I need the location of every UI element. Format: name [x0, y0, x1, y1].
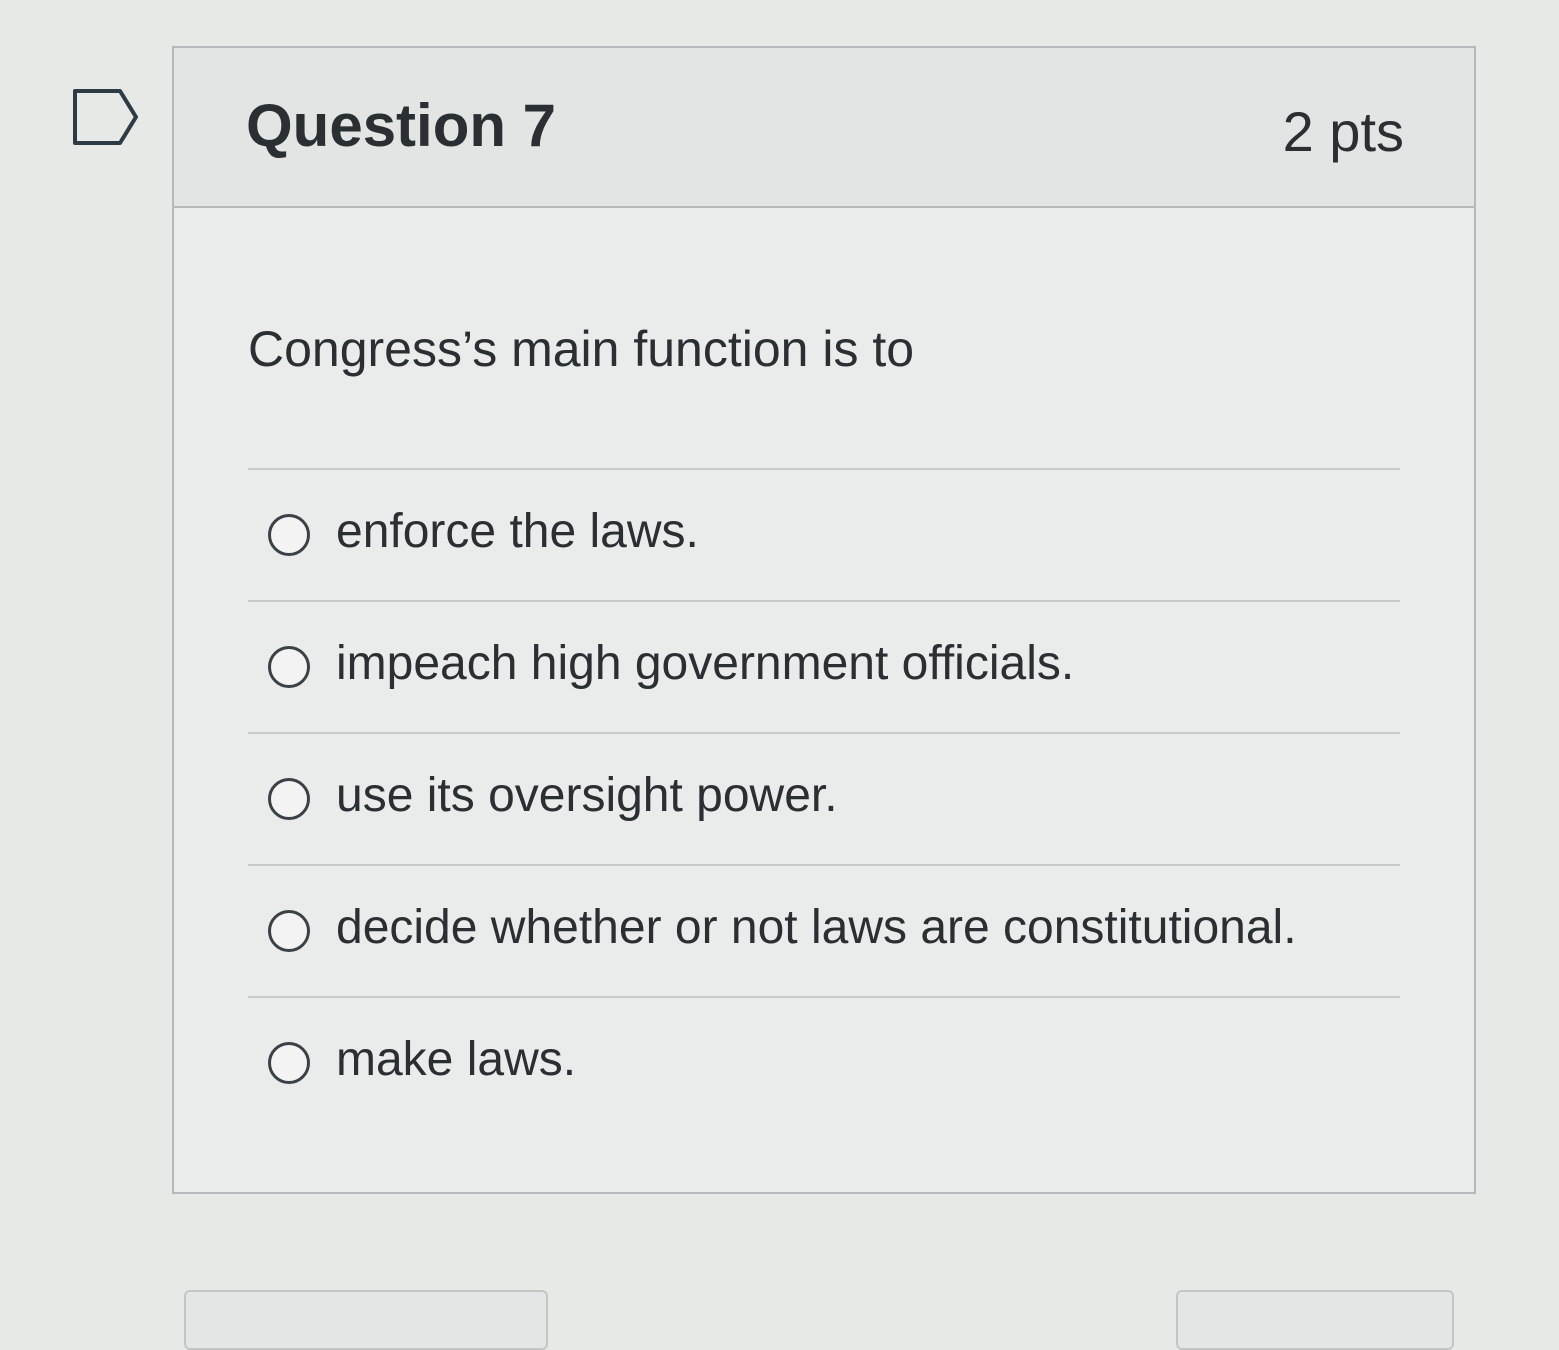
radio-button[interactable] — [268, 1042, 310, 1084]
answer-label[interactable]: impeach high government officials. — [336, 640, 1074, 688]
answer-option[interactable]: impeach high government officials. — [248, 602, 1400, 732]
answer-label[interactable]: decide whether or not laws are constitut… — [336, 904, 1297, 952]
answer-option[interactable]: make laws. — [248, 998, 1400, 1128]
answer-option[interactable]: enforce the laws. — [248, 470, 1400, 600]
answer-label[interactable]: use its oversight power. — [336, 772, 838, 820]
answer-list: enforce the laws. impeach high governmen… — [248, 468, 1400, 1128]
radio-button[interactable] — [268, 514, 310, 556]
question-card: Question 7 2 pts Congress’s main functio… — [172, 46, 1476, 1194]
next-button[interactable] — [1176, 1290, 1454, 1350]
question-points: 2 pts — [1282, 100, 1404, 163]
answer-label[interactable]: make laws. — [336, 1036, 576, 1084]
flag-question-icon[interactable] — [72, 88, 140, 146]
radio-button[interactable] — [268, 646, 310, 688]
previous-button[interactable] — [184, 1290, 548, 1350]
answer-option[interactable]: use its oversight power. — [248, 734, 1400, 864]
radio-button[interactable] — [268, 778, 310, 820]
question-title: Question 7 — [246, 92, 557, 159]
question-prompt: Congress’s main function is to — [248, 321, 915, 377]
answer-option[interactable]: decide whether or not laws are constitut… — [248, 866, 1400, 996]
radio-button[interactable] — [268, 910, 310, 952]
answer-label[interactable]: enforce the laws. — [336, 508, 699, 556]
question-header: Question 7 2 pts — [174, 48, 1474, 208]
